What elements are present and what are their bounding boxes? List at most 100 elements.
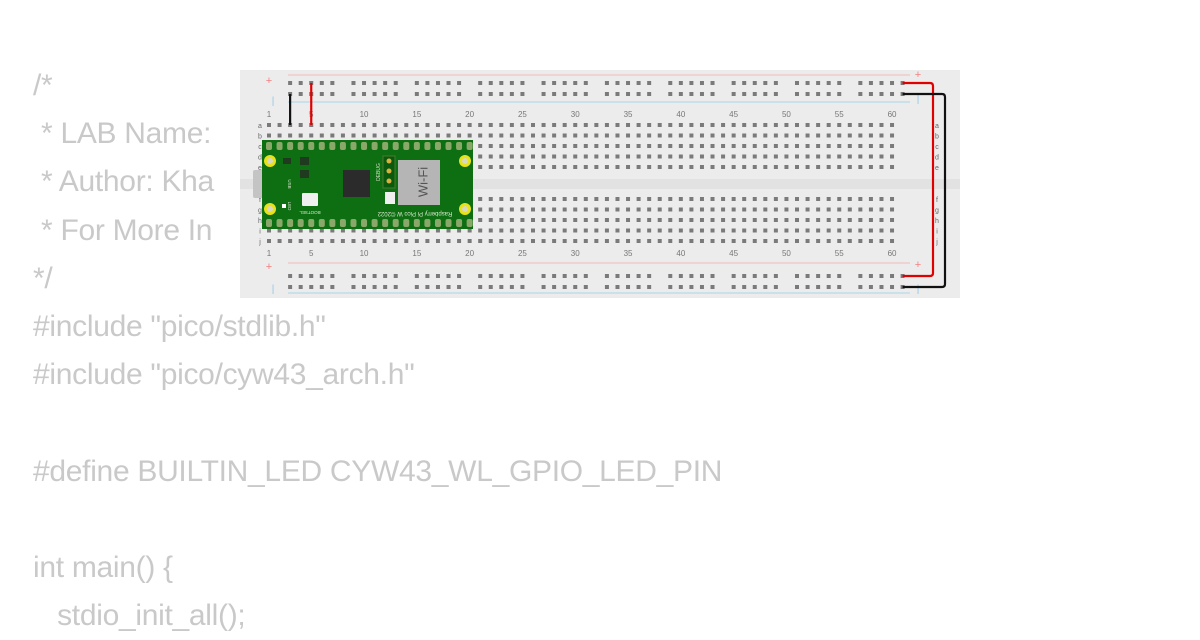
rail-hole <box>319 274 324 278</box>
row-label: b <box>935 134 939 141</box>
rail-hole <box>626 285 631 289</box>
row-label: j <box>935 239 938 246</box>
terminal-hole <box>795 154 799 159</box>
rail-hole <box>668 274 673 278</box>
rail-hole <box>330 81 335 85</box>
terminal-hole <box>668 228 673 233</box>
terminal-hole <box>594 165 599 169</box>
terminal-hole <box>499 239 504 243</box>
terminal-hole <box>583 144 588 148</box>
mounting-hole-center <box>267 206 273 212</box>
terminal-hole <box>731 197 736 201</box>
terminal-hole <box>362 133 367 138</box>
terminal-hole <box>636 218 641 222</box>
terminal-hole <box>721 154 726 159</box>
terminal-hole <box>773 228 778 233</box>
pin-pad <box>350 219 357 227</box>
rail-hole <box>868 274 873 278</box>
terminal-hole <box>816 197 821 201</box>
code-line: int main() { <box>33 550 173 584</box>
pin-pad <box>392 142 399 150</box>
terminal-hole <box>847 228 852 233</box>
terminal-hole <box>890 133 895 138</box>
breadboard[interactable]: + | + | + | + | 1 1 5 5 10 10 15 15 20 20 25 25 30 30 35 35 40 40… <box>240 70 960 298</box>
column-label: 10 <box>360 249 369 258</box>
rail-hole <box>710 274 715 278</box>
terminal-hole <box>805 154 810 159</box>
terminal-hole <box>383 123 388 127</box>
terminal-hole <box>879 165 884 169</box>
terminal-hole <box>689 218 694 222</box>
terminal-hole <box>826 144 831 148</box>
terminal-hole <box>710 239 715 243</box>
rail-hole <box>383 274 388 278</box>
bootsel-label: BOOTSEL <box>299 210 321 215</box>
rail-hole <box>826 274 831 278</box>
column-label: 45 <box>729 249 738 258</box>
terminal-hole <box>647 123 652 127</box>
pin-pad <box>339 142 346 150</box>
terminal-hole <box>752 218 757 222</box>
debug-pin <box>386 178 392 184</box>
terminal-hole <box>837 133 842 138</box>
rail-hole <box>446 274 451 278</box>
terminal-hole <box>626 133 631 138</box>
terminal-hole <box>752 228 757 233</box>
terminal-hole <box>372 239 377 243</box>
rail-hole <box>837 285 842 289</box>
terminal-hole <box>826 218 831 222</box>
pin-pad <box>287 142 294 150</box>
rail-hole <box>731 92 736 96</box>
terminal-hole <box>868 154 873 159</box>
terminal-hole <box>710 154 715 159</box>
rail-hole <box>668 92 673 96</box>
terminal-hole <box>499 197 504 201</box>
rail-hole <box>541 285 546 289</box>
row-label: d <box>258 155 262 162</box>
terminal-hole <box>509 165 514 169</box>
terminal-hole <box>604 197 609 201</box>
rail-hole <box>773 274 778 278</box>
rail-hole <box>742 92 747 96</box>
row-label: a <box>935 123 939 130</box>
rail-hole <box>509 274 514 278</box>
terminal-hole <box>626 144 631 148</box>
terminal-hole <box>531 123 535 127</box>
rail-hole <box>435 285 440 289</box>
terminal-hole <box>699 165 704 169</box>
terminal-hole <box>604 239 609 243</box>
rail-hole <box>362 285 367 289</box>
rail-hole <box>309 274 314 278</box>
terminal-hole <box>647 154 652 159</box>
terminal-hole <box>488 207 493 212</box>
terminal-hole <box>562 218 567 222</box>
rail-hole <box>699 285 704 289</box>
rail-hole <box>805 92 810 96</box>
led <box>282 204 286 208</box>
rail-hole <box>562 92 567 96</box>
terminal-hole <box>404 228 409 233</box>
terminal-hole <box>499 218 504 222</box>
terminal-hole <box>531 207 535 212</box>
rail-hole <box>499 285 504 289</box>
terminal-hole <box>478 123 483 127</box>
rail-hole <box>636 92 641 96</box>
terminal-hole <box>890 197 895 201</box>
terminal-hole <box>710 144 715 148</box>
terminal-hole <box>383 133 388 138</box>
terminal-hole <box>615 154 620 159</box>
terminal-hole <box>795 133 799 138</box>
debug-pin <box>386 158 392 164</box>
terminal-hole <box>362 228 367 233</box>
terminal-hole <box>488 144 493 148</box>
terminal-hole <box>795 144 799 148</box>
terminal-hole <box>847 239 852 243</box>
rail-hole <box>457 81 462 85</box>
rail-hole <box>868 92 873 96</box>
terminal-hole <box>657 197 662 201</box>
rail-hole <box>837 274 842 278</box>
terminal-hole <box>721 144 726 148</box>
terminal-hole <box>615 228 620 233</box>
terminal-hole <box>784 165 789 169</box>
terminal-hole <box>731 228 736 233</box>
